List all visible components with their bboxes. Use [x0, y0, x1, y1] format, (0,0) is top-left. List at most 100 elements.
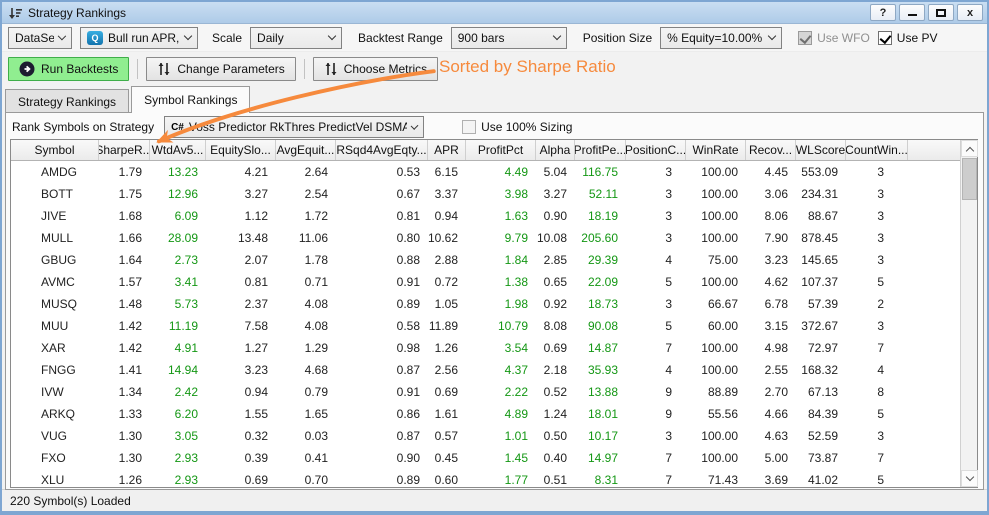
cell: 1.34 [99, 381, 150, 403]
cell-filler [908, 161, 960, 183]
table-row[interactable]: AMDG1.7913.234.212.640.536.154.495.04116… [11, 161, 960, 183]
use-pv-checkbox[interactable]: Use PV [878, 31, 938, 45]
cell: 4.68 [276, 359, 336, 381]
table-row[interactable]: JIVE1.686.091.121.720.810.941.630.9018.1… [11, 205, 960, 227]
cell: 5.04 [536, 161, 575, 183]
cell: 3 [626, 425, 686, 447]
cell: 0.81 [336, 205, 428, 227]
cell: 1.26 [99, 469, 150, 491]
cell: 0.72 [428, 271, 466, 293]
cell: 1.79 [99, 161, 150, 183]
use-100-sizing-checkbox[interactable]: Use 100% Sizing [462, 120, 572, 134]
cell-filler [908, 337, 960, 359]
table-row[interactable]: MUSQ1.485.732.374.080.891.051.980.9218.7… [11, 293, 960, 315]
column-header-equityslo[interactable]: EquitySlo... [206, 140, 276, 160]
cell: 100.00 [686, 205, 746, 227]
position-size-dropdown[interactable]: % Equity=10.00% [660, 27, 782, 49]
table-row[interactable]: MULL1.6628.0913.4811.060.8010.629.7910.0… [11, 227, 960, 249]
table-row[interactable]: ARKQ1.336.201.551.650.861.614.891.2418.0… [11, 403, 960, 425]
position-size-value: % Equity=10.00% [667, 31, 762, 45]
choose-metrics-button[interactable]: Choose Metrics [313, 57, 438, 81]
table-row[interactable]: MUU1.4211.197.584.080.5811.8910.798.0890… [11, 315, 960, 337]
column-header-winrate[interactable]: WinRate [686, 140, 746, 160]
column-header-rsqd4avgeqty[interactable]: RSqd4AvgEqty... [336, 140, 428, 160]
cell: 0.60 [428, 469, 466, 491]
cell: 0.79 [276, 381, 336, 403]
cell: 13.88 [575, 381, 626, 403]
column-header-wtdav5[interactable]: WtdAv5... [150, 140, 206, 160]
minimize-button[interactable] [899, 4, 925, 21]
chevron-down-icon [411, 122, 419, 130]
cell: 5.73 [150, 293, 206, 315]
column-header-symbol[interactable]: Symbol [11, 140, 99, 160]
cell: 3 [626, 293, 686, 315]
cell: 3.27 [206, 183, 276, 205]
tab-symbol-rankings[interactable]: Symbol Rankings [131, 86, 250, 113]
table-row[interactable]: FNGG1.4114.943.234.680.872.564.372.1835.… [11, 359, 960, 381]
column-header-recov[interactable]: Recov... [746, 140, 796, 160]
cell: 3 [626, 161, 686, 183]
column-header-avgequit[interactable]: AvgEquit... [276, 140, 336, 160]
position-size-label: Position Size [583, 31, 652, 45]
close-button[interactable]: x [957, 4, 983, 21]
table-row[interactable]: VUG1.303.050.320.030.870.571.010.5010.17… [11, 425, 960, 447]
strategy-set-dropdown[interactable]: Q Bull run APR, [80, 27, 198, 49]
cell: 3 [626, 183, 686, 205]
cell: 1.65 [276, 403, 336, 425]
scale-dropdown[interactable]: Daily [250, 27, 342, 49]
action-bar: Run Backtests Change Parameters Choose M… [2, 52, 987, 86]
change-parameters-button[interactable]: Change Parameters [146, 57, 295, 81]
column-header-wlscore[interactable]: WLScore [796, 140, 846, 160]
column-header-countwin[interactable]: CountWin... [846, 140, 908, 160]
column-header-alpha[interactable]: Alpha [536, 140, 575, 160]
cell: 7.58 [206, 315, 276, 337]
table-row[interactable]: BOTT1.7512.963.272.540.673.373.983.2752.… [11, 183, 960, 205]
cell: 3 [846, 183, 908, 205]
cell: 2.85 [536, 249, 575, 271]
cell: 3 [846, 315, 908, 337]
column-header-apr[interactable]: APR [428, 140, 466, 160]
run-backtests-button[interactable]: Run Backtests [8, 57, 129, 81]
scroll-up-button[interactable] [961, 140, 978, 157]
cell: 205.60 [575, 227, 626, 249]
vertical-scrollbar[interactable] [960, 140, 977, 487]
cell: 3.15 [746, 315, 796, 337]
cell: 11.06 [276, 227, 336, 249]
cell: 3.27 [536, 183, 575, 205]
cell: 8.06 [746, 205, 796, 227]
column-header-profitpct[interactable]: ProfitPct [466, 140, 536, 160]
table-row[interactable]: IVW1.342.420.940.790.910.692.220.5213.88… [11, 381, 960, 403]
column-header-sharper[interactable]: SharpeR... [99, 140, 150, 160]
rank-strategy-dropdown[interactable]: C# Voss Predictor RkThres PredictVel DSM… [164, 116, 424, 138]
cell-filler [908, 381, 960, 403]
scrollbar-thumb[interactable] [962, 158, 977, 200]
help-button[interactable]: ? [870, 4, 896, 21]
scroll-down-button[interactable] [961, 470, 978, 487]
table-row[interactable]: AVMC1.573.410.810.710.910.721.380.6522.0… [11, 271, 960, 293]
column-header-positionc[interactable]: PositionC... [626, 140, 686, 160]
cell: 3 [846, 227, 908, 249]
divider [137, 59, 138, 79]
column-header-profitpe[interactable]: ProfitPe... [575, 140, 626, 160]
cell: 0.52 [536, 381, 575, 403]
tab-strategy-rankings[interactable]: Strategy Rankings [5, 89, 129, 113]
table-row[interactable]: FXO1.302.930.390.410.900.451.450.4014.97… [11, 447, 960, 469]
maximize-button[interactable] [928, 4, 954, 21]
cell: 0.80 [336, 227, 428, 249]
cell: 1.64 [99, 249, 150, 271]
status-bar: 220 Symbol(s) Loaded [2, 489, 987, 511]
cell: 7.90 [746, 227, 796, 249]
status-text: 220 Symbol(s) Loaded [10, 494, 131, 508]
title-bar[interactable]: Strategy Rankings ? x [2, 2, 987, 24]
scale-label: Scale [212, 31, 242, 45]
cell: 372.67 [796, 315, 846, 337]
symbol-rankings-panel: Rank Symbols on Strategy C# Voss Predict… [5, 112, 984, 490]
backtest-range-dropdown[interactable]: 900 bars [451, 27, 567, 49]
table-row[interactable]: GBUG1.642.732.071.780.882.881.842.8529.3… [11, 249, 960, 271]
cell: 2.70 [746, 381, 796, 403]
dataset-dropdown[interactable]: DataSet [8, 27, 72, 49]
table-row[interactable]: XAR1.424.911.271.290.981.263.540.6914.87… [11, 337, 960, 359]
chevron-down-icon [553, 32, 561, 40]
cell: 0.69 [206, 469, 276, 491]
table-row[interactable]: XLU1.262.930.690.700.890.601.770.518.317… [11, 469, 960, 491]
